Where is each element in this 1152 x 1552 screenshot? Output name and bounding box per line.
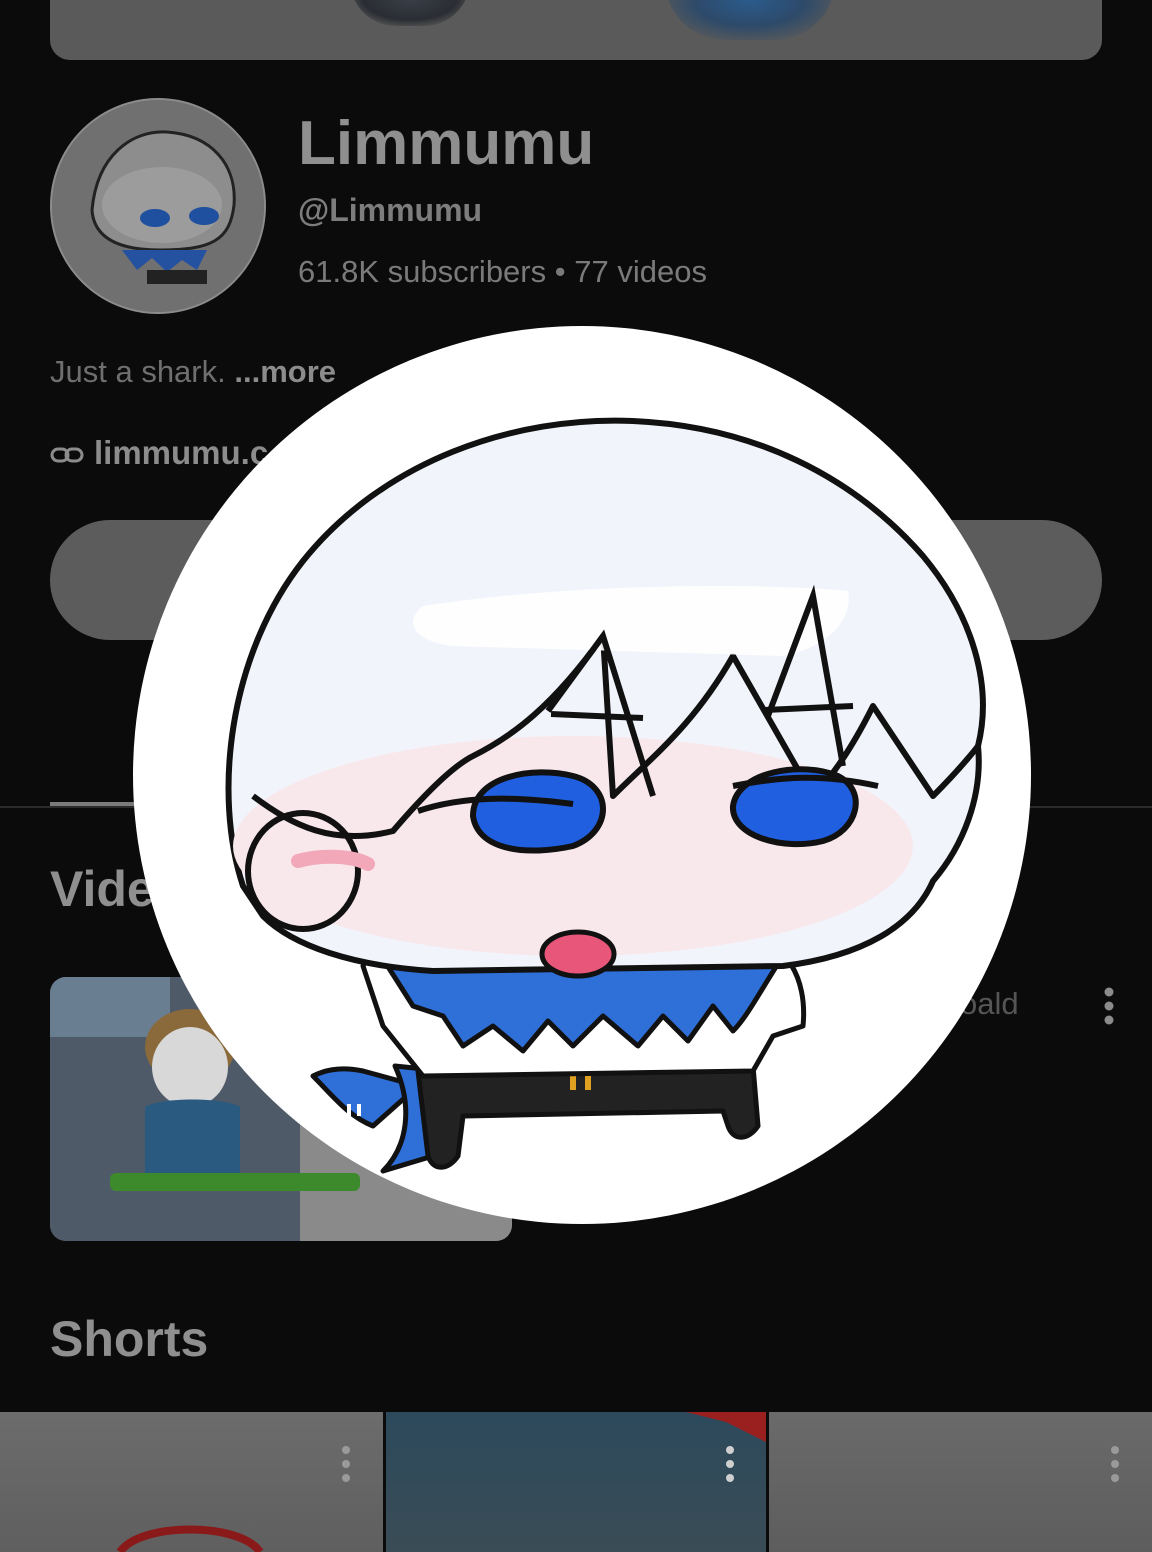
short-thumbnail[interactable] — [0, 1412, 383, 1552]
more-vert-icon[interactable] — [1105, 1442, 1125, 1486]
stats-separator: • — [554, 254, 566, 289]
subscriber-count: 61.8K subscribers — [298, 254, 547, 289]
avatar-shark-character — [52, 100, 264, 312]
short-decoration — [116, 1525, 264, 1552]
more-vert-icon[interactable] — [1093, 984, 1125, 1028]
avatar-preview-overlay[interactable] — [133, 326, 1031, 1224]
description-text: Just a shark. — [50, 354, 226, 389]
short-thumbnail[interactable] — [769, 1412, 1152, 1552]
short-thumbnail[interactable] — [386, 1412, 766, 1552]
banner-character-left — [350, 0, 470, 26]
description-more-link[interactable]: ...more — [234, 354, 336, 389]
channel-avatar[interactable] — [50, 98, 266, 314]
channel-link[interactable]: limmumu.c — [50, 434, 268, 472]
channel-name: Limmumu — [298, 109, 595, 178]
shark-character-illustration — [225, 417, 986, 1174]
channel-description[interactable]: Just a shark. ...more — [50, 354, 336, 390]
video-count: 77 videos — [574, 254, 707, 289]
link-icon — [50, 447, 84, 463]
banner-shoe-right — [665, 0, 835, 40]
more-vert-icon[interactable] — [336, 1442, 356, 1486]
videos-section-heading: Vide — [50, 861, 155, 917]
channel-link-text: limmumu.c — [94, 434, 269, 471]
more-vert-icon[interactable] — [720, 1442, 740, 1486]
channel-banner — [50, 0, 1102, 60]
channel-handle: @Limmumu — [298, 192, 483, 228]
shorts-section-heading: Shorts — [50, 1311, 209, 1367]
channel-stats: 61.8K subscribers • 77 videos — [298, 254, 707, 290]
